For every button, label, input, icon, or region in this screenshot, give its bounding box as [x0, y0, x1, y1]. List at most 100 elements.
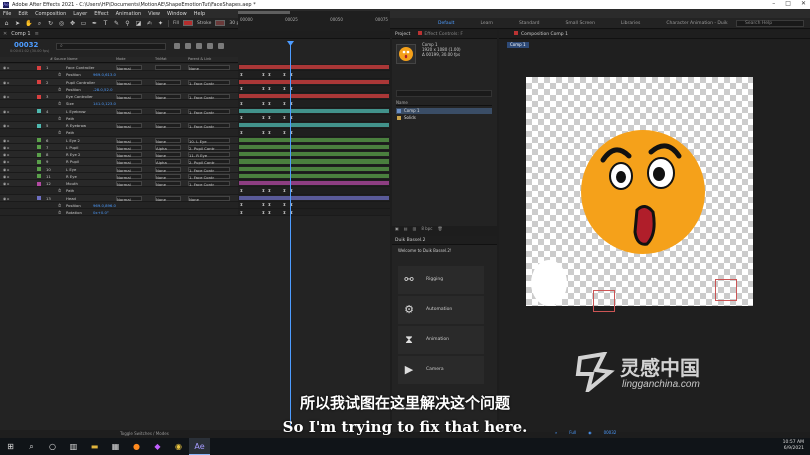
blend-mode-dropdown[interactable]: Normal — [116, 65, 142, 71]
track-row[interactable] — [238, 165, 390, 173]
keyframe[interactable]: ⧗ — [240, 116, 243, 120]
track-matte-dropdown[interactable]: Alpha — [155, 144, 181, 151]
chrome-icon[interactable]: ◉ — [168, 438, 189, 455]
firefox-icon[interactable]: ● — [126, 438, 147, 455]
shy-layers-icon[interactable] — [185, 43, 191, 49]
keyframe[interactable]: ⧗ — [268, 130, 271, 135]
label-color-chip[interactable] — [37, 138, 41, 142]
layer-name[interactable]: Eye Controller — [66, 94, 93, 99]
work-area-bar[interactable] — [238, 11, 290, 14]
visibility-eye-icon[interactable]: ◉ ▸ — [3, 196, 9, 201]
keyframe[interactable]: ⧗ — [262, 210, 265, 215]
layer-name[interactable]: Face Controller — [66, 65, 94, 70]
layer-name[interactable]: L Eyebrow — [66, 109, 86, 114]
workspace-learn[interactable]: Learn — [480, 21, 493, 26]
parent-dropdown[interactable]: 1. Face Contr — [188, 79, 230, 86]
stamp-tool-icon[interactable]: ⚲ — [124, 20, 131, 27]
stopwatch-icon[interactable]: ⏱ — [58, 72, 61, 77]
project-name-header[interactable]: Name — [396, 100, 492, 106]
stopwatch-icon[interactable]: ⏱ — [58, 203, 61, 208]
windows-start-icon[interactable]: ⊞ — [0, 438, 21, 455]
task-view-icon[interactable]: ▥ — [63, 438, 84, 455]
layer-duration-bar[interactable] — [239, 159, 389, 164]
stopwatch-icon[interactable]: ⏱ — [58, 87, 61, 92]
visibility-eye-icon[interactable]: ◉ ▸ — [3, 109, 9, 114]
current-time-display[interactable]: 00032 — [14, 41, 38, 49]
visibility-eye-icon[interactable]: ◉ ▸ — [3, 159, 9, 164]
property-value[interactable]: 969.0,613.0 — [93, 72, 116, 77]
parent-dropdown[interactable]: 2. Pupil Contr — [188, 159, 230, 165]
pen-tool-icon[interactable]: ✒ — [91, 20, 98, 27]
motion-blur-icon[interactable] — [207, 43, 213, 49]
stopwatch-icon[interactable]: ⏱ — [58, 101, 61, 106]
duik-camera-button[interactable]: ▶ Camera — [398, 356, 484, 384]
keyframe[interactable]: ⧗ — [240, 188, 243, 193]
keyframe[interactable]: ⧗ — [262, 116, 265, 120]
layer-duration-bar[interactable] — [239, 166, 389, 171]
keyframe[interactable]: ⧗ — [240, 130, 243, 135]
layer-duration-bar[interactable] — [239, 108, 389, 113]
layer-duration-bar[interactable] — [239, 173, 389, 178]
cortana-icon[interactable]: ○ — [42, 438, 63, 455]
layer-duration-bar[interactable] — [239, 94, 389, 99]
menu-edit[interactable]: Edit — [18, 11, 28, 17]
layer-duration-bar[interactable] — [239, 195, 389, 200]
keyframe[interactable]: ⧗ — [240, 72, 243, 77]
layer-row[interactable]: ◉ ▸ 9 R Pupil Normal Alpha 2. Pupil Contr — [0, 158, 238, 166]
track-row[interactable] — [238, 64, 390, 72]
duik-automation-button[interactable]: ⚙ Automation — [398, 296, 484, 324]
track-row[interactable]: ⧗ ⧗ ⧗ ⧗ ⧗ — [238, 201, 390, 209]
keyframe[interactable]: ⧗ — [240, 87, 243, 91]
track-row[interactable]: ⧗ ⧗ ⧗ ⧗ ⧗ — [238, 129, 390, 137]
property-value[interactable]: 141.0,123.0 — [93, 101, 116, 106]
comp-flowchart-icon[interactable] — [174, 43, 180, 49]
keyframe[interactable]: ⧗ — [262, 188, 265, 193]
property-row[interactable]: ⏱ Position 969.0,613.0 — [0, 71, 238, 79]
label-color-chip[interactable] — [37, 80, 41, 84]
label-color-chip[interactable] — [37, 123, 41, 128]
track-matte-dropdown[interactable]: None — [155, 195, 181, 202]
keyframe[interactable]: ⧗ — [262, 130, 265, 135]
track-matte-dropdown[interactable]: None — [155, 166, 181, 173]
parent-dropdown[interactable]: 11. R Eye — [188, 152, 230, 158]
tab-project[interactable]: Project — [395, 32, 410, 37]
property-row[interactable]: ⏱ Position -28.0,52.0 — [0, 85, 238, 93]
layer-search-input[interactable]: ⌕ — [56, 43, 166, 50]
track-row[interactable]: ⧗ ⧗ ⧗ ⧗ ⧗ — [238, 209, 390, 217]
help-search-input[interactable]: Search Help — [736, 20, 804, 27]
layer-row[interactable]: ◉ ▸ 1 Face Controller Normal None — [0, 64, 238, 72]
workspace-character-animation[interactable]: Character Animation - Duik — [666, 21, 727, 26]
keyframe[interactable]: ⧗ — [262, 203, 265, 207]
property-row[interactable]: ⏱ Size 141.0,123.0 — [0, 100, 238, 108]
workspace-standard[interactable]: Standard — [519, 21, 539, 26]
project-search-input[interactable] — [396, 90, 492, 97]
parent-dropdown[interactable]: 1. Face Contr — [188, 173, 230, 180]
keyframe[interactable]: ⧗ — [268, 87, 271, 91]
keyframe[interactable]: ⧗ — [240, 203, 243, 207]
property-row[interactable]: ⏱ Path — [0, 187, 238, 195]
keyframe[interactable]: ⧗ — [262, 101, 265, 106]
interpret-footage-icon[interactable]: ▣ — [395, 226, 399, 231]
layer-row[interactable]: ◉ ▸ 2 Pupil Controller Normal None 1. Face Co… — [0, 78, 238, 86]
workspace-default[interactable]: Default — [438, 21, 454, 26]
workspace-libraries[interactable]: Libraries — [621, 21, 640, 26]
blend-mode-dropdown[interactable]: Normal — [116, 94, 142, 100]
menu-composition[interactable]: Composition — [35, 11, 66, 17]
new-comp-icon[interactable]: ▥ — [413, 226, 417, 231]
pan-behind-tool-icon[interactable]: ✥ — [69, 20, 76, 27]
blend-mode-dropdown[interactable]: Normal — [116, 181, 142, 187]
label-color-chip[interactable] — [37, 94, 41, 99]
close-tab-icon[interactable]: ✕ — [3, 31, 7, 37]
track-row[interactable] — [238, 136, 390, 144]
track-row[interactable] — [238, 180, 390, 188]
layer-name[interactable]: R Pupil — [66, 159, 79, 164]
visibility-eye-icon[interactable]: ◉ ▸ — [3, 152, 9, 157]
label-color-chip[interactable] — [37, 174, 41, 179]
keyframe[interactable]: ⧗ — [283, 101, 286, 106]
layer-duration-bar[interactable] — [239, 152, 389, 157]
layer-duration-bar[interactable] — [239, 79, 389, 84]
label-color-chip[interactable] — [37, 159, 41, 164]
track-matte-dropdown[interactable]: None — [155, 152, 181, 158]
parent-dropdown[interactable]: 1. Face Contr — [188, 123, 230, 129]
track-row[interactable] — [238, 107, 390, 115]
